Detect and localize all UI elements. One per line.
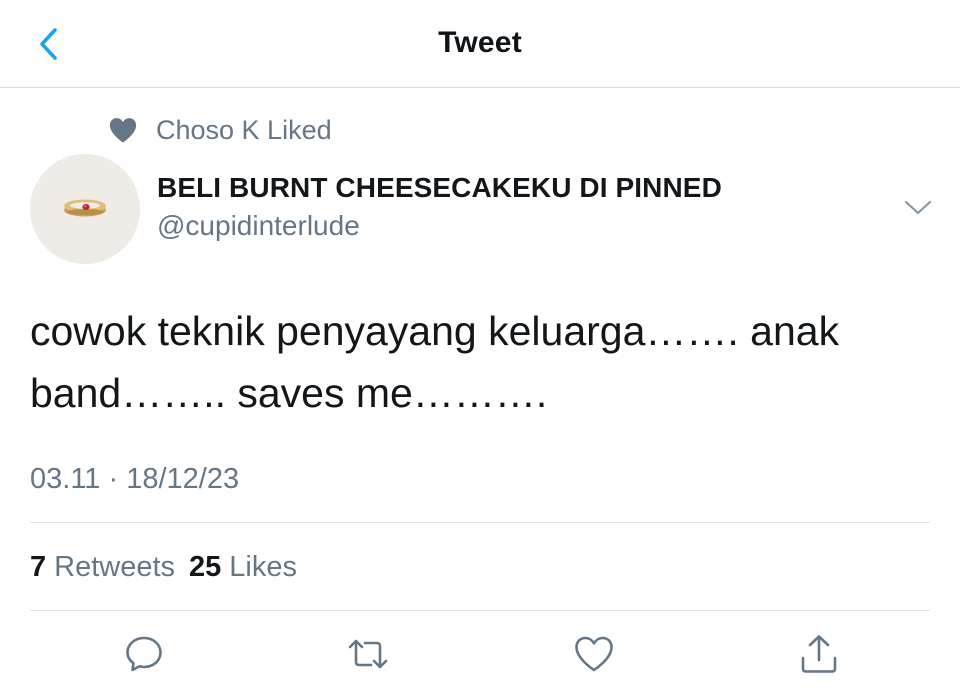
like-button[interactable] bbox=[572, 632, 616, 676]
share-button[interactable] bbox=[797, 632, 841, 676]
reply-button[interactable] bbox=[122, 632, 166, 676]
tweet-author[interactable]: BELI BURNT CHEESECAKEKU DI PINNED @cupid… bbox=[157, 172, 722, 242]
chevron-down-icon bbox=[904, 200, 932, 215]
reply-icon bbox=[126, 636, 162, 672]
likes-stat[interactable]: 25 Likes bbox=[189, 551, 297, 584]
more-options-button[interactable] bbox=[902, 194, 934, 220]
divider bbox=[30, 522, 930, 523]
retweets-count: 7 bbox=[30, 551, 47, 583]
author-display-name[interactable]: BELI BURNT CHEESECAKEKU DI PINNED bbox=[157, 172, 722, 204]
heart-filled-icon bbox=[109, 118, 137, 143]
share-icon bbox=[801, 635, 837, 673]
retweets-stat[interactable]: 7 Retweets bbox=[30, 551, 175, 584]
retweet-button[interactable] bbox=[346, 632, 390, 676]
retweet-icon bbox=[348, 639, 388, 669]
tweet-text: cowok teknik penyayang keluarga……. anak … bbox=[30, 308, 840, 416]
ring-avatar bbox=[30, 154, 140, 264]
author-handle[interactable]: @cupidinterlude bbox=[157, 210, 722, 242]
nav-bar: Tweet bbox=[0, 0, 960, 88]
social-context-text: Choso K Liked bbox=[156, 114, 332, 145]
likes-label: Likes bbox=[229, 551, 297, 583]
tweet-timestamp[interactable]: 03.11 · 18/12/23 bbox=[30, 463, 239, 496]
retweets-label: Retweets bbox=[54, 551, 176, 583]
likes-count: 25 bbox=[189, 551, 222, 583]
social-context: Choso K Liked bbox=[108, 114, 332, 146]
divider bbox=[30, 610, 930, 611]
tweet-stats: 7 Retweets 25 Likes bbox=[30, 551, 311, 584]
page-title: Tweet bbox=[438, 26, 522, 59]
avatar[interactable] bbox=[30, 154, 140, 264]
like-icon bbox=[575, 636, 613, 672]
